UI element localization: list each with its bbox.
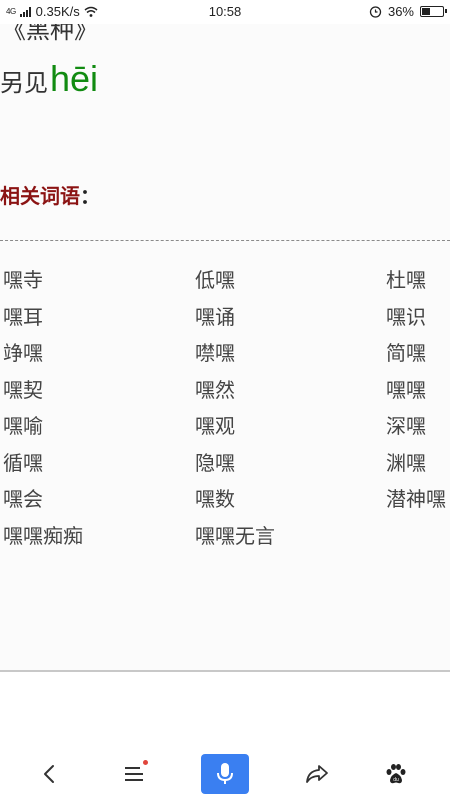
menu-icon [125,767,143,781]
related-word-link[interactable]: 嘿会 [3,483,43,512]
related-word-link[interactable]: 渊嘿 [386,447,426,476]
word-row: 嘿契 嘿然 嘿嘿 [3,374,450,411]
voice-search-button[interactable] [201,754,249,794]
related-word-link[interactable]: 深嘿 [386,410,426,439]
battery-percent: 36% [387,4,414,19]
cut-off-heading: 《黑种》 [2,24,98,44]
related-word-link[interactable]: 嘿嘿无言 [195,520,275,549]
svg-text:du: du [393,777,399,783]
related-word-link[interactable]: 隐嘿 [195,447,235,476]
back-icon [44,765,54,783]
related-words-label: 相关词语 [0,184,80,208]
status-right: 36% [369,4,447,19]
related-words-heading: 相关词语： [0,180,100,209]
related-word-link[interactable]: 杜嘿 [386,264,426,293]
related-word-link[interactable]: 嘿识 [386,301,426,330]
word-row: 嘿喻 嘿观 深嘿 [3,410,450,447]
related-word-link[interactable]: 嘿寺 [3,264,43,293]
word-row: 嘿寺 低嘿 杜嘿 [3,264,450,301]
related-word-link[interactable]: 嘿耳 [3,301,43,330]
related-word-link[interactable]: 嘿然 [195,374,235,403]
related-word-link[interactable]: 嘿数 [195,483,235,512]
share-icon [306,765,328,783]
related-word-link[interactable]: 噤嘿 [195,337,235,366]
back-button[interactable] [28,752,72,796]
status-bar: 4G 0.35K/s 10:58 36% [0,0,450,24]
alarm-icon [369,6,382,18]
related-word-link[interactable]: 竫嘿 [3,337,43,366]
see-also-pinyin-link[interactable]: hēi [50,58,98,100]
share-button[interactable] [295,752,339,796]
bottom-navigation: du [0,672,450,800]
home-button[interactable]: du [374,752,418,796]
related-word-link[interactable]: 嘿嘿痴痴 [3,520,83,549]
related-word-link[interactable]: 嘿喻 [3,410,43,439]
related-word-link[interactable]: 嘿契 [3,374,43,403]
related-word-link[interactable]: 嘿观 [195,410,235,439]
related-words-colon: ： [80,184,100,208]
related-word-link[interactable]: 简嘿 [386,337,426,366]
word-row: 嘿嘿痴痴 嘿嘿无言 [3,520,450,557]
microphone-icon [217,763,233,784]
related-word-link[interactable]: 潜神嘿 [386,483,446,512]
menu-button[interactable] [112,752,156,796]
related-words-grid: 嘿寺 低嘿 杜嘿 嘿耳 嘿诵 嘿识 竫嘿 噤嘿 简嘿 嘿契 嘿然 嘿嘿 嘿喻 嘿… [3,264,450,556]
notification-dot [143,760,148,765]
word-row: 竫嘿 噤嘿 简嘿 [3,337,450,374]
battery-icon [420,6,447,17]
dashed-divider [0,240,450,241]
related-word-link[interactable]: 嘿嘿 [386,374,426,403]
dictionary-content: 《黑种》 另见 hēi 相关词语： 嘿寺 低嘿 杜嘿 嘿耳 嘿诵 嘿识 竫嘿 噤… [0,24,450,670]
word-row: 循嘿 隐嘿 渊嘿 [3,447,450,484]
related-word-link[interactable]: 低嘿 [195,264,235,293]
related-word-link[interactable]: 循嘿 [3,447,43,476]
see-also: 另见 hēi [0,58,98,100]
related-word-link[interactable]: 嘿诵 [195,301,235,330]
see-also-label: 另见 [0,69,48,97]
baidu-paw-icon: du [386,764,406,784]
word-row: 嘿耳 嘿诵 嘿识 [3,301,450,338]
word-row: 嘿会 嘿数 潜神嘿 [3,483,450,520]
